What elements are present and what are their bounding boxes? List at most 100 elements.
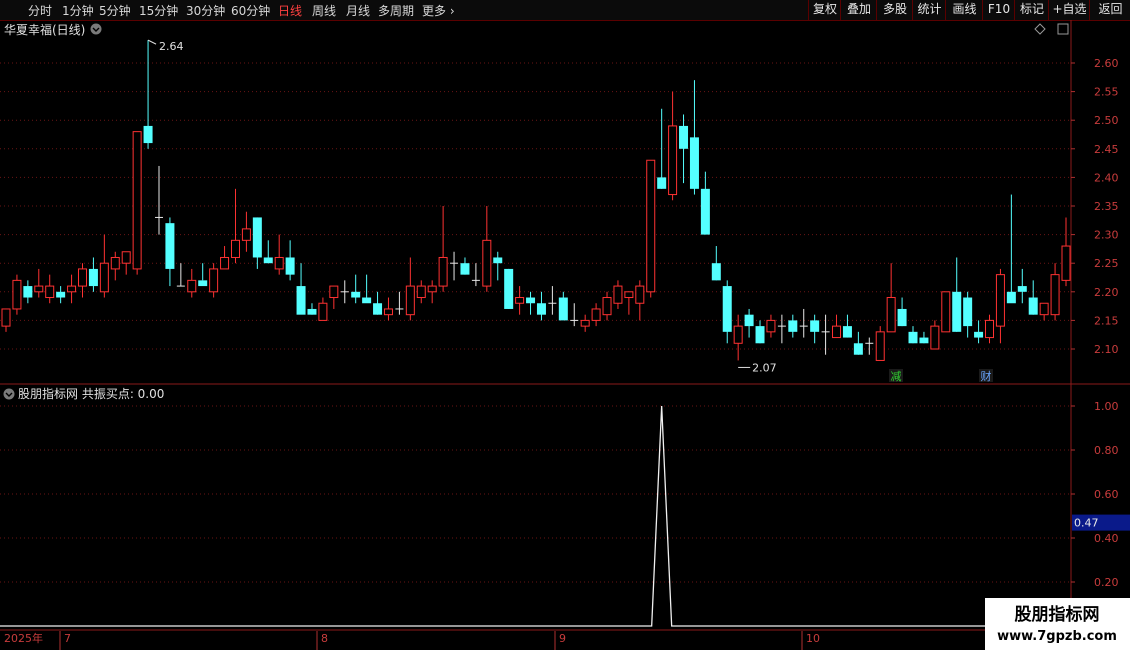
candle-body [12,279,22,310]
month-label-0: 7 [64,632,71,645]
candle-body [220,256,230,270]
period-tab-1[interactable]: 1分钟 [62,2,94,19]
candle-body [493,257,503,264]
candle-body [252,217,262,258]
diamond-icon[interactable] [1034,23,1046,35]
candle-body [591,308,601,321]
period-tab-6[interactable]: 日线 [278,2,302,19]
candle-body [1050,274,1060,316]
period-tab-0[interactable]: 分时 [28,2,52,19]
period-tab-10[interactable]: 更多 › [422,2,455,19]
candle-body [373,303,383,315]
candle-body [1028,297,1038,315]
candle-body [744,314,754,327]
signal-line [0,405,985,627]
candle-body [230,239,240,258]
candle-body [427,285,437,293]
candle-body [689,137,699,189]
price-tick-label: 2.20 [1094,286,1119,299]
price-tick-label: 2.25 [1094,257,1119,270]
candle-body [67,285,77,293]
candle-body [416,285,426,299]
candle-body [788,320,798,332]
candle-body [329,285,339,299]
candle-body [974,331,984,338]
toolbar-button-3[interactable]: 统计 [912,0,946,20]
candle-body [198,280,208,287]
candle-body [263,257,273,264]
price-tick-label: 2.15 [1094,314,1119,327]
candle-body [722,286,732,332]
stock-chart: 2.60 2.55 2.50 2.45 2.40 2.35 2.30 2.25 2.20 2.15… [0,20,1130,650]
indicator-title: 股朋指标网 共振买点: 0.00 [18,386,164,401]
toolbar-button-5[interactable]: F10 [982,0,1015,20]
period-toolbar: 分时 1分钟 5分钟 15分钟 30分钟 60分钟 日线 周线 月线 多周期 更多 › 复权 叠加 多股统… [0,0,1130,21]
period-tab-2[interactable]: 5分钟 [99,2,131,19]
candle-body [963,297,973,327]
candle-body [88,268,98,287]
period-tab-7[interactable]: 周线 [312,2,336,19]
period-tab-4[interactable]: 30分钟 [186,2,225,19]
candle-body [886,297,896,333]
toolbar-button-1[interactable]: 叠加 [840,0,877,20]
candle-body [504,268,514,309]
period-tab-8[interactable]: 月线 [346,2,370,19]
candle-body [766,319,776,333]
candle-body [1039,302,1049,316]
candle-body [45,285,55,299]
indicator-menu-icon[interactable] [3,388,15,400]
price-tick-label: 2.45 [1094,143,1119,156]
price-tick-label: 2.55 [1094,86,1119,99]
toolbar-button-4[interactable]: 画线 [945,0,983,20]
candle-body [285,257,295,275]
high-pointer [147,39,157,45]
candle-body [733,325,743,344]
candle-body [460,263,470,275]
candle-body [438,256,448,287]
current-value-label: 0.47 [1074,517,1099,530]
event-marker-label-1: 财 [981,369,992,383]
panel-toggle-icon[interactable] [1057,23,1069,35]
chart-title: 华夏幸福(日线) [4,22,85,37]
candle-body [875,331,885,361]
indicator-tick-label: 0.20 [1094,576,1119,589]
toolbar-button-0[interactable]: 复权 [808,0,841,20]
candle-body [132,131,142,270]
price-tick-label: 2.30 [1094,229,1119,242]
toolbar-button-7[interactable]: +自选 [1048,0,1090,20]
candle-body [930,325,940,350]
candle-body [56,291,66,298]
candle-body [307,308,317,315]
price-tick-label: 2.10 [1094,343,1119,356]
toolbar-button-6[interactable]: 标记 [1014,0,1049,20]
toolbar-button-2[interactable]: 多股 [876,0,913,20]
candle-body [711,263,721,281]
candle-body [624,291,634,299]
candle-body [383,308,393,316]
candle-body [482,239,492,287]
candle-body [165,223,175,269]
candle-body [755,326,765,344]
candle-body [209,268,219,293]
watermark-url: www.7gpzb.com [997,629,1117,644]
candle-body [700,188,710,235]
candle-body [536,303,546,315]
title-menu-icon[interactable] [90,23,102,35]
candle-body [1017,286,1027,292]
candle-body [143,125,153,144]
candle-body [657,177,667,189]
candle-body [897,308,907,327]
candle-body [1006,291,1016,304]
candle-body [602,297,612,316]
period-tab-5[interactable]: 60分钟 [231,2,270,19]
price-tick-label: 2.60 [1094,57,1119,70]
month-label-1: 8 [321,632,328,645]
period-tab-9[interactable]: 多周期 [378,2,414,19]
period-tab-3[interactable]: 15分钟 [139,2,178,19]
candle-body [34,285,44,293]
candle-body [405,285,415,316]
candle-body [646,159,656,293]
candle-body [351,291,361,298]
toolbar-button-8[interactable]: 返回 [1089,0,1130,20]
event-marker-label-0: 减 [891,370,902,383]
